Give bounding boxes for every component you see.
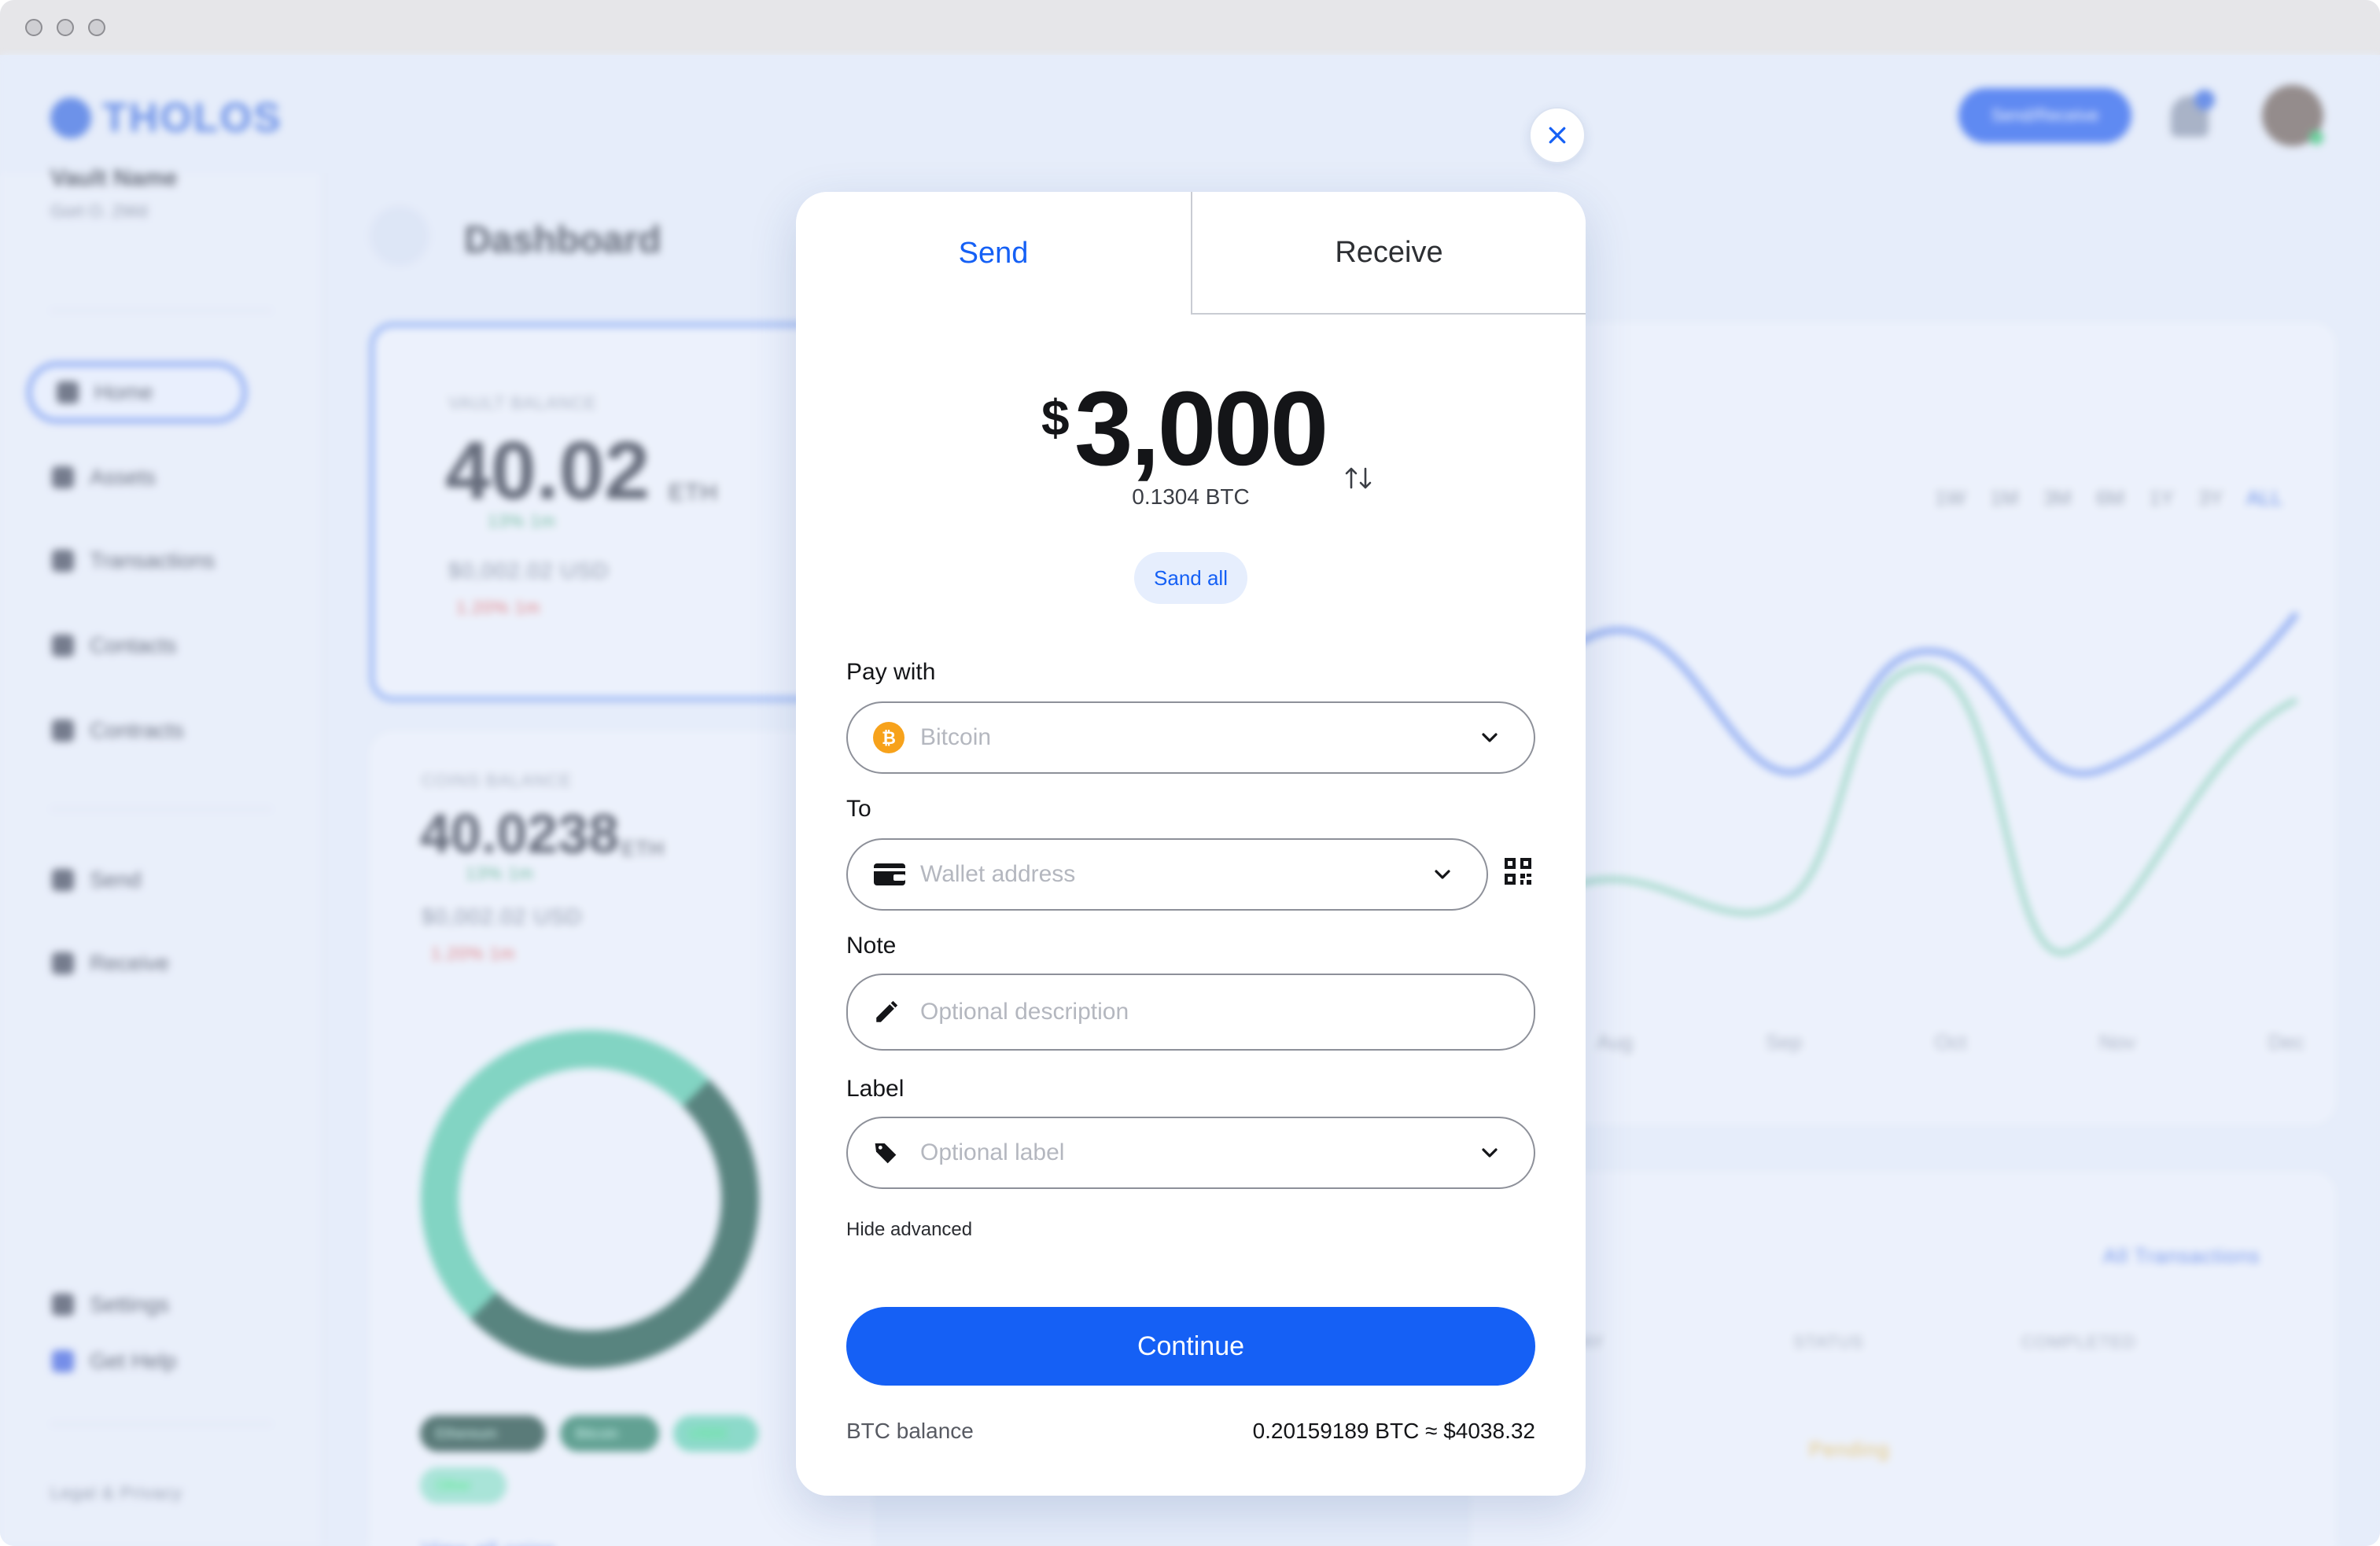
tag-icon bbox=[875, 1143, 897, 1164]
label-input[interactable]: Optional label bbox=[920, 1139, 1064, 1166]
continue-button[interactable]: Continue bbox=[846, 1307, 1535, 1386]
pay-with-label: Pay with bbox=[846, 659, 936, 685]
wallet-address-input[interactable]: Wallet address bbox=[920, 861, 1075, 888]
close-window-button[interactable] bbox=[25, 19, 42, 36]
close-icon bbox=[1549, 127, 1566, 144]
amount-currency-symbol: $ bbox=[1041, 389, 1070, 446]
note-input[interactable]: Optional description bbox=[920, 999, 1129, 1025]
amount-btc-equivalent: 0.1304 BTC bbox=[1132, 484, 1250, 509]
send-all-button[interactable]: Sand all bbox=[1134, 552, 1247, 604]
chevron-down-icon bbox=[1482, 733, 1498, 742]
amount-value[interactable]: 3,000 bbox=[1074, 366, 1328, 493]
note-field[interactable]: Optional description bbox=[846, 974, 1535, 1051]
pay-with-select[interactable]: ₿ Bitcoin bbox=[846, 701, 1535, 774]
title-bar bbox=[0, 0, 2380, 55]
tab-send[interactable]: Send bbox=[796, 192, 1191, 315]
zoom-window-button[interactable] bbox=[88, 19, 105, 36]
btc-balance-value: 0.20159189 BTC ≈ $4038.32 bbox=[1252, 1419, 1535, 1443]
pencil-icon bbox=[876, 1000, 898, 1022]
bitcoin-icon: ₿ bbox=[873, 722, 904, 753]
wallet-icon bbox=[874, 863, 905, 885]
hide-advanced-toggle[interactable]: Hide advanced bbox=[846, 1219, 972, 1241]
chevron-down-icon bbox=[1482, 1148, 1498, 1158]
send-receive-modal: Send Receive $ 3,000 0.1304 BTC Sand all… bbox=[796, 192, 1586, 1496]
svg-text:₿: ₿ bbox=[882, 729, 896, 749]
pay-with-value: Bitcoin bbox=[920, 724, 992, 750]
wallet-address-select[interactable]: Wallet address bbox=[846, 838, 1488, 911]
label-select[interactable]: Optional label bbox=[846, 1117, 1535, 1189]
btc-balance-label: BTC balance bbox=[846, 1419, 974, 1443]
label-label: Label bbox=[846, 1076, 904, 1102]
note-label: Note bbox=[846, 933, 897, 959]
close-modal-button[interactable] bbox=[1529, 107, 1586, 164]
chevron-down-icon bbox=[1435, 870, 1450, 879]
app-window: THOLOS Send/Receive Vault Name Gort O. 2… bbox=[0, 0, 2380, 1546]
to-label: To bbox=[846, 796, 871, 822]
qr-code-icon[interactable] bbox=[1504, 857, 1532, 885]
minimize-window-button[interactable] bbox=[57, 19, 74, 36]
tab-receive[interactable]: Receive bbox=[1191, 192, 1586, 315]
